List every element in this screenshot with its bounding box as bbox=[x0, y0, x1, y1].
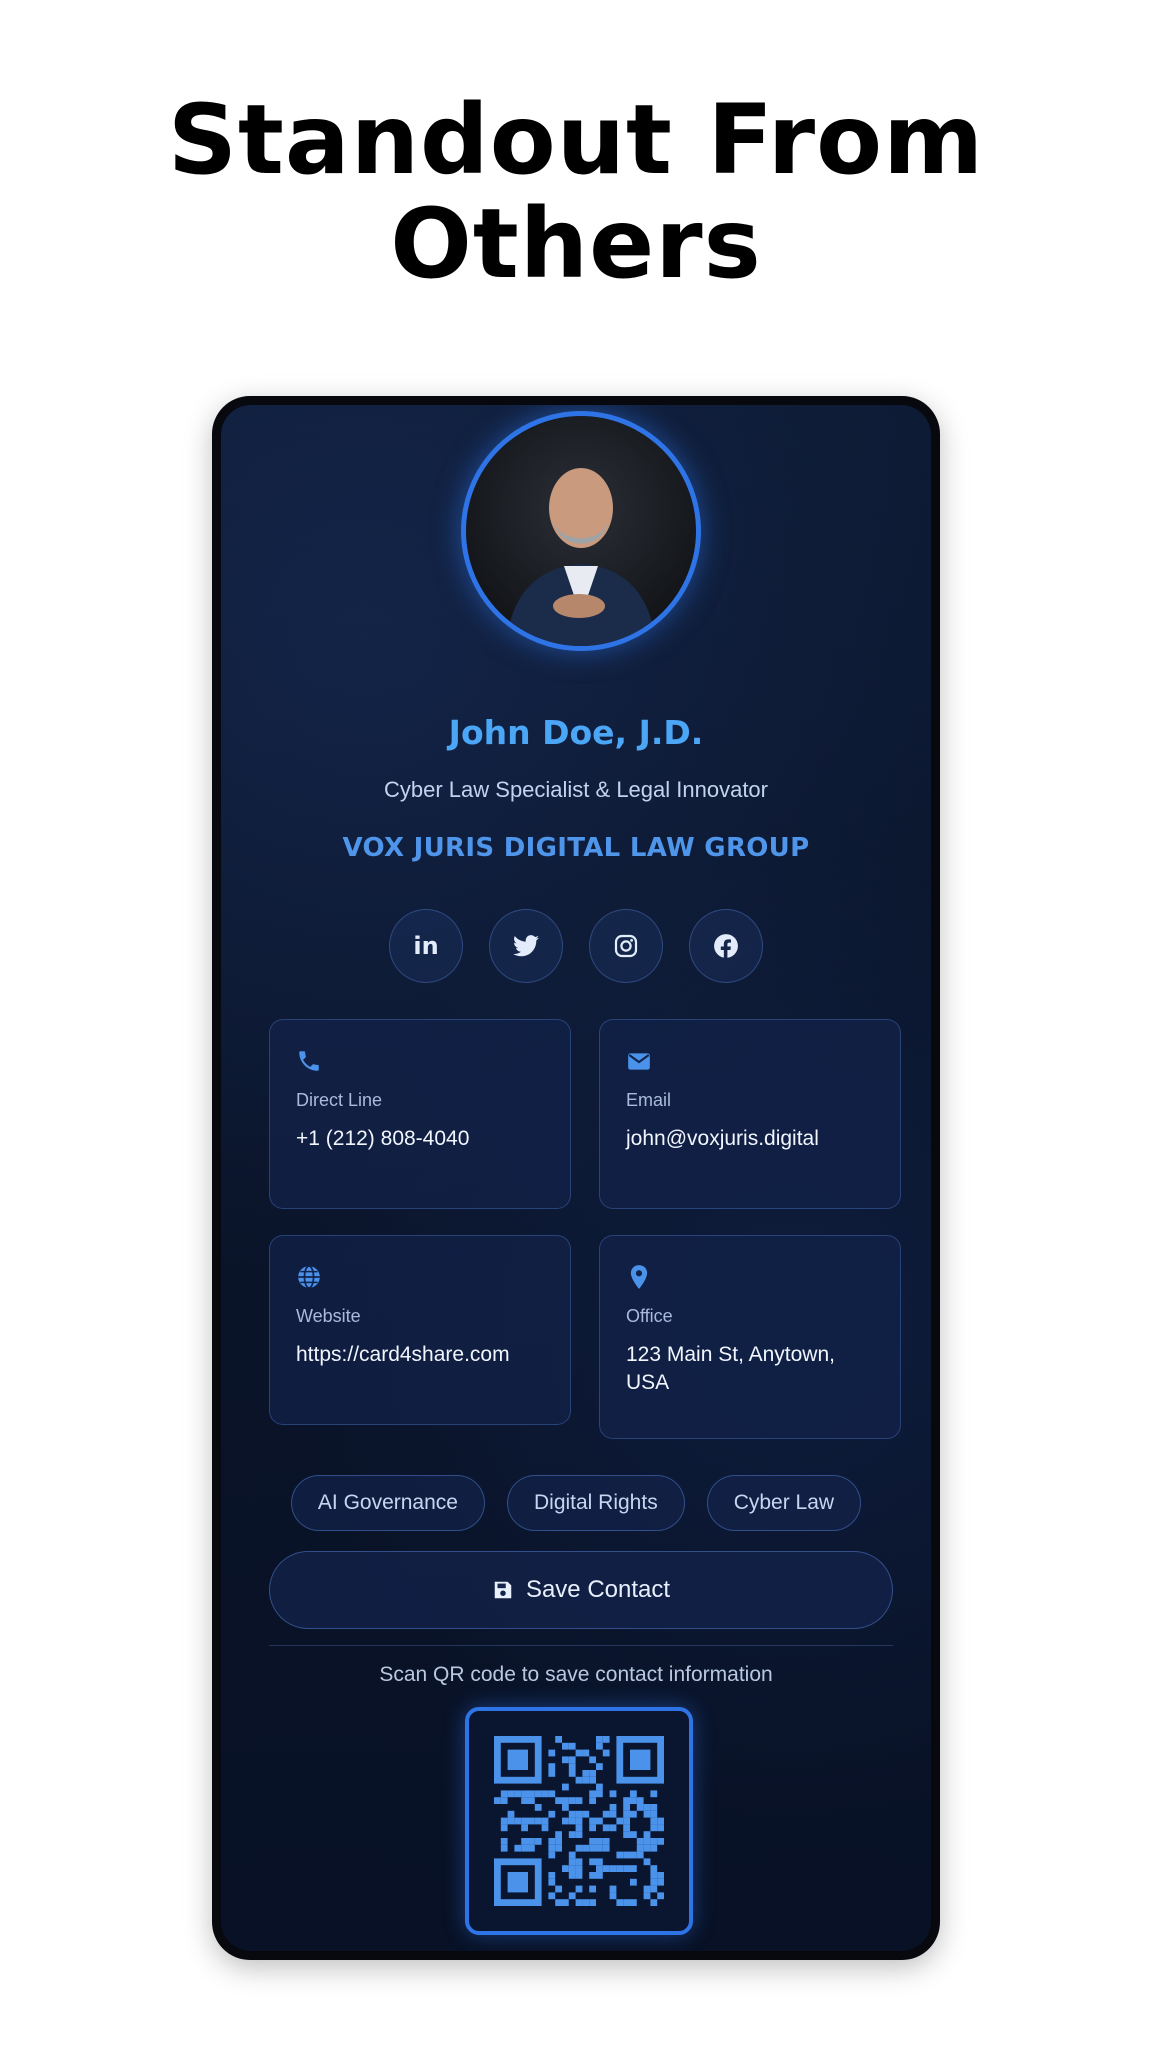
contact-card-email[interactable]: Email john@voxjuris.digital bbox=[599, 1019, 901, 1209]
tag-digital-rights[interactable]: Digital Rights bbox=[506, 1475, 685, 1531]
website-value: https://card4share.com bbox=[296, 1343, 510, 1366]
social-links: in bbox=[221, 909, 931, 983]
linkedin-button[interactable]: in bbox=[389, 909, 463, 983]
tag-cyber-law[interactable]: Cyber Law bbox=[706, 1475, 862, 1531]
save-contact-label: Save Contact bbox=[525, 1576, 671, 1603]
instagram-icon bbox=[614, 934, 638, 958]
linkedin-icon: in bbox=[413, 932, 439, 960]
phone-frame: John Doe, J.D. Cyber Law Specialist & Le… bbox=[212, 396, 940, 1960]
digital-business-card: John Doe, J.D. Cyber Law Specialist & Le… bbox=[221, 405, 931, 1951]
twitter-icon bbox=[513, 935, 539, 957]
headline-line-2: Others bbox=[390, 188, 762, 300]
instagram-button[interactable] bbox=[589, 909, 663, 983]
phone-value: +1 (212) 808-4040 bbox=[296, 1127, 470, 1150]
facebook-button[interactable] bbox=[689, 909, 763, 983]
company-name: VOX JURIS DIGITAL LAW GROUP bbox=[342, 833, 810, 863]
qr-caption: Scan QR code to save contact information bbox=[379, 1663, 773, 1686]
save-contact-button[interactable]: Save Contact bbox=[269, 1551, 893, 1629]
contact-card-website[interactable]: Website https://card4share.com bbox=[269, 1235, 571, 1425]
envelope-icon bbox=[628, 1053, 650, 1070]
floppy-disk-icon bbox=[494, 1581, 512, 1599]
headline: Standout From Others bbox=[0, 88, 1152, 296]
email-label: Email bbox=[626, 1090, 672, 1110]
qr-code-frame[interactable] bbox=[465, 1707, 693, 1935]
person-silhouette-icon bbox=[506, 468, 656, 646]
profile-name: John Doe, J.D. bbox=[448, 713, 704, 752]
office-value: 123 Main St, Anytown, USA bbox=[626, 1343, 835, 1394]
qr-code bbox=[494, 1736, 664, 1906]
phone-icon bbox=[299, 1051, 319, 1071]
divider bbox=[269, 1645, 893, 1646]
profile-photo bbox=[461, 411, 701, 651]
globe-icon bbox=[298, 1265, 320, 1289]
facebook-icon bbox=[714, 934, 738, 959]
profile-title: Cyber Law Specialist & Legal Innovator bbox=[384, 777, 768, 802]
expertise-tags: AI Governance Digital Rights Cyber Law bbox=[221, 1475, 931, 1531]
location-pin-icon bbox=[630, 1265, 648, 1289]
contact-card-office[interactable]: Office 123 Main St, Anytown, USA bbox=[599, 1235, 901, 1439]
website-label: Website bbox=[296, 1306, 361, 1326]
email-value: john@voxjuris.digital bbox=[626, 1127, 819, 1150]
phone-label: Direct Line bbox=[296, 1090, 383, 1110]
office-label: Office bbox=[626, 1306, 673, 1326]
contact-card-phone[interactable]: Direct Line +1 (212) 808-4040 bbox=[269, 1019, 571, 1209]
twitter-button[interactable] bbox=[489, 909, 563, 983]
headline-line-1: Standout From bbox=[167, 84, 985, 196]
tag-ai-governance[interactable]: AI Governance bbox=[290, 1475, 485, 1531]
